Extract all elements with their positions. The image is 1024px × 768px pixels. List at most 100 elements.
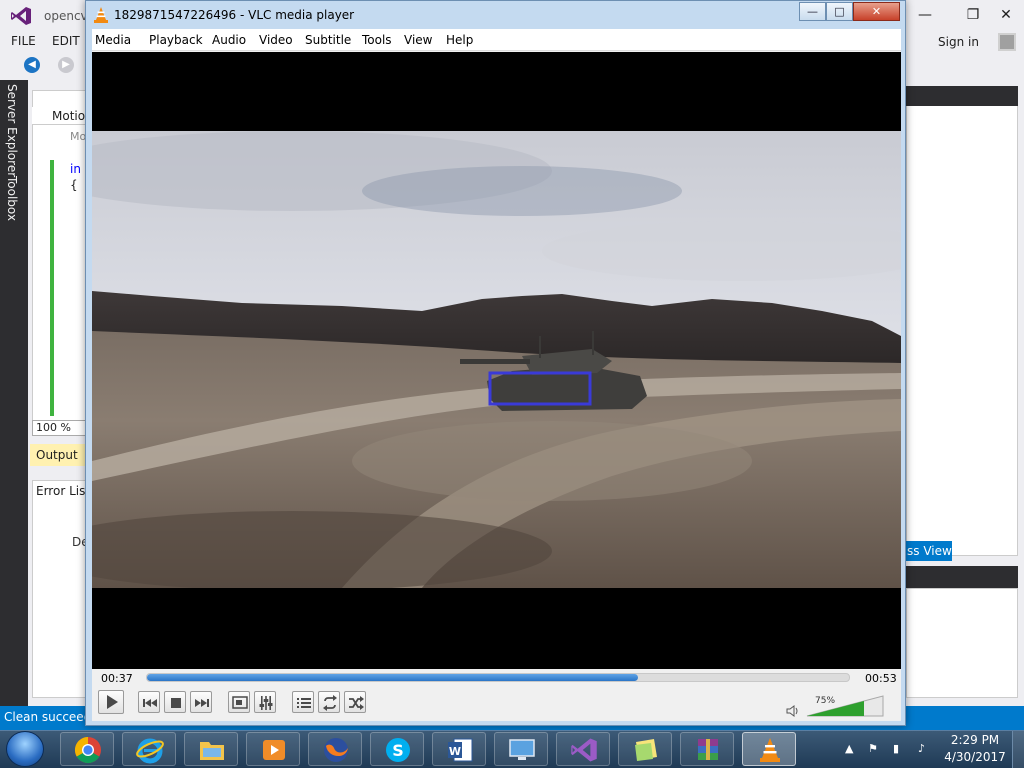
loop-button[interactable] bbox=[318, 691, 340, 713]
vlc-menubar: Media Playback Audio Video Subtitle Tool… bbox=[92, 29, 901, 51]
svg-text:S: S bbox=[392, 741, 404, 760]
skype-icon: S bbox=[386, 738, 410, 762]
vs-restore-button[interactable]: ❐ bbox=[958, 4, 988, 26]
vs-menu-edit[interactable]: EDIT bbox=[52, 34, 80, 48]
vlc-title: 1829871547226496 - VLC media player bbox=[114, 8, 355, 22]
stop-button[interactable] bbox=[164, 691, 186, 713]
editor-tab[interactable]: Motio bbox=[32, 107, 88, 125]
taskbar-media-player[interactable] bbox=[246, 732, 300, 766]
tray-network-icon[interactable]: ▮ bbox=[893, 742, 899, 755]
video-frame bbox=[92, 131, 901, 588]
extended-settings-button[interactable] bbox=[254, 691, 276, 713]
visual-studio-logo-icon bbox=[11, 7, 31, 25]
svg-text:W: W bbox=[449, 745, 461, 758]
maximize-button[interactable]: □ bbox=[826, 2, 853, 21]
show-desktop-button[interactable] bbox=[1012, 731, 1024, 768]
vs-close-button[interactable]: ✕ bbox=[991, 4, 1021, 26]
sticky-notes-icon bbox=[635, 739, 657, 761]
change-margin bbox=[50, 160, 54, 416]
properties-panel bbox=[906, 588, 1018, 698]
output-tab[interactable]: Output bbox=[30, 444, 88, 466]
menu-video[interactable]: Video bbox=[259, 33, 293, 47]
taskbar-vlc[interactable] bbox=[742, 732, 796, 766]
taskbar-sticky-notes[interactable] bbox=[618, 732, 672, 766]
taskbar-word[interactable]: W bbox=[432, 732, 486, 766]
vs-sign-in-link[interactable]: Sign in bbox=[938, 35, 979, 49]
taskbar-firefox[interactable] bbox=[308, 732, 362, 766]
back-arrow-icon[interactable]: ◀ bbox=[24, 57, 40, 73]
taskbar-remote-desktop[interactable] bbox=[494, 732, 548, 766]
visual-studio-icon bbox=[571, 738, 597, 762]
menu-subtitle[interactable]: Subtitle bbox=[305, 33, 351, 47]
previous-button[interactable] bbox=[138, 691, 160, 713]
taskbar-winrar[interactable] bbox=[680, 732, 734, 766]
menu-view[interactable]: View bbox=[404, 33, 432, 47]
toolbox-tab[interactable]: Toolbox bbox=[5, 176, 19, 221]
menu-media[interactable]: Media bbox=[95, 33, 131, 47]
menu-help[interactable]: Help bbox=[446, 33, 473, 47]
winrar-icon bbox=[698, 739, 718, 760]
solution-explorer-panel bbox=[906, 86, 1018, 556]
skip-back-icon bbox=[143, 699, 157, 707]
chrome-icon bbox=[74, 736, 101, 764]
playlist-button[interactable] bbox=[292, 691, 314, 713]
video-area[interactable] bbox=[92, 52, 901, 669]
taskbar-visual-studio[interactable] bbox=[556, 732, 610, 766]
taskbar-skype[interactable]: S bbox=[370, 732, 424, 766]
taskbar-file-explorer[interactable] bbox=[184, 732, 238, 766]
vs-minimize-button[interactable]: — bbox=[910, 4, 940, 26]
volume-percent: 75% bbox=[815, 696, 836, 706]
tray-expand-icon[interactable]: ▲ bbox=[845, 742, 853, 755]
media-player-icon bbox=[263, 740, 285, 760]
error-list-panel bbox=[32, 480, 88, 698]
taskbar-internet-explorer[interactable] bbox=[122, 732, 176, 766]
vlc-icon bbox=[760, 738, 780, 762]
vlc-titlebar[interactable]: 1829871547226496 - VLC media player — □ … bbox=[86, 1, 905, 29]
properties-header bbox=[906, 566, 1018, 588]
zoom-level[interactable]: 100 % bbox=[32, 420, 88, 436]
shuffle-icon bbox=[349, 696, 364, 710]
seek-bar-fill bbox=[147, 674, 638, 681]
close-button[interactable]: ✕ bbox=[853, 2, 900, 21]
menu-playback[interactable]: Playback bbox=[149, 33, 203, 47]
elapsed-time: 00:37 bbox=[101, 672, 133, 685]
speaker-icon[interactable] bbox=[786, 704, 800, 718]
code-line: in bbox=[70, 162, 81, 176]
fullscreen-icon bbox=[232, 696, 248, 709]
menu-tools[interactable]: Tools bbox=[362, 33, 392, 47]
code-line: { bbox=[70, 178, 78, 192]
code-line: Mo bbox=[70, 130, 87, 143]
start-button[interactable] bbox=[6, 731, 44, 767]
tray-volume-icon[interactable]: ♪ bbox=[918, 742, 925, 755]
taskbar-chrome[interactable] bbox=[60, 732, 114, 766]
next-button[interactable] bbox=[190, 691, 212, 713]
skip-forward-icon bbox=[195, 699, 209, 707]
solution-explorer-header bbox=[906, 86, 1018, 106]
vs-side-toolwindows: Server Explorer Toolbox bbox=[0, 80, 28, 706]
shuffle-button[interactable] bbox=[344, 691, 366, 713]
server-explorer-tab[interactable]: Server Explorer bbox=[5, 84, 19, 177]
vs-title: opencv bbox=[44, 9, 88, 23]
fullscreen-button[interactable] bbox=[228, 691, 250, 713]
minimize-button[interactable]: — bbox=[799, 2, 826, 21]
class-view-tab[interactable]: ss View bbox=[906, 541, 952, 561]
loop-icon bbox=[323, 695, 337, 711]
vlc-client-area: Media Playback Audio Video Subtitle Tool… bbox=[92, 29, 901, 721]
menu-audio[interactable]: Audio bbox=[212, 33, 246, 47]
avatar[interactable] bbox=[998, 33, 1016, 51]
error-list-title[interactable]: Error List bbox=[36, 484, 90, 498]
folder-icon bbox=[200, 742, 224, 760]
equalizer-icon bbox=[259, 696, 273, 710]
seek-bar[interactable] bbox=[146, 673, 850, 682]
total-time: 00:53 bbox=[865, 672, 897, 685]
play-button[interactable] bbox=[98, 690, 124, 714]
word-icon: W bbox=[448, 738, 473, 762]
vlc-cone-icon bbox=[94, 7, 108, 23]
tray-flag-icon[interactable]: ⚑ bbox=[868, 742, 878, 755]
forward-arrow-icon[interactable]: ▶ bbox=[58, 57, 74, 73]
clock-date[interactable]: 4/30/2017 bbox=[944, 750, 1006, 764]
firefox-icon bbox=[324, 738, 348, 762]
internet-explorer-icon bbox=[136, 738, 164, 764]
clock-time[interactable]: 2:29 PM bbox=[950, 733, 1000, 747]
vs-menu-file[interactable]: FILE bbox=[11, 34, 36, 48]
